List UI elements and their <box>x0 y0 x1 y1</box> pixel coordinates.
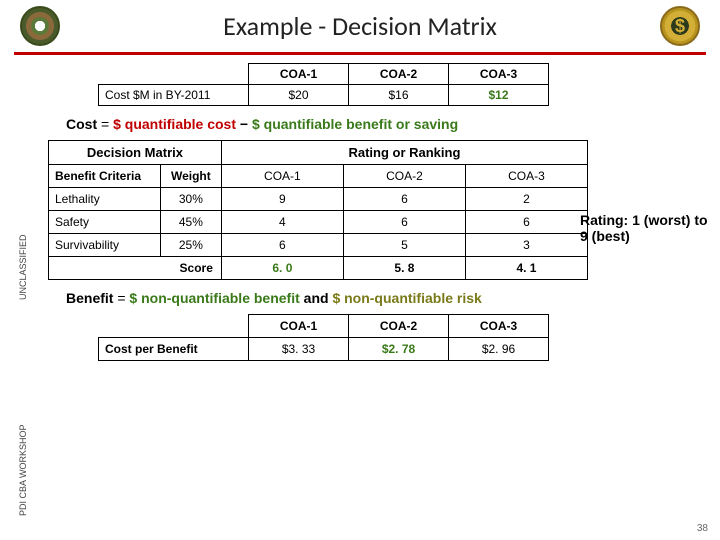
cpb-cell: $3. 33 <box>249 338 349 361</box>
coa-header: COA-3 <box>449 315 549 338</box>
left-rail: UNCLASSIFIED PDI CBA WORKSHOP <box>4 60 24 520</box>
matrix-title-right: Rating or Ranking <box>221 141 587 165</box>
score-row: Score 6. 0 5. 8 4. 1 <box>49 257 588 280</box>
cpb-cell: $2. 96 <box>449 338 549 361</box>
cost-seal-icon: $ <box>660 6 700 46</box>
coa-header: COA-3 <box>449 64 549 85</box>
workshop-label: PDI CBA WORKSHOP <box>18 424 28 516</box>
score-best: 6. 0 <box>221 257 343 280</box>
army-seal-icon <box>20 6 60 46</box>
page-title: Example - Decision Matrix <box>60 10 660 42</box>
coa-header: COA-2 <box>349 315 449 338</box>
coa-header: COA-3 <box>465 165 587 188</box>
page-number: 38 <box>697 523 708 534</box>
coa-header: COA-1 <box>249 315 349 338</box>
matrix-title-left: Decision Matrix <box>49 141 222 165</box>
cost-table: COA-1 COA-2 COA-3 Cost $M in BY-2011 $20… <box>98 63 549 106</box>
coa-header: COA-2 <box>343 165 465 188</box>
coa-header: COA-1 <box>221 165 343 188</box>
cost-cell-best: $12 <box>449 85 549 106</box>
benefit-criteria-header: Benefit Criteria <box>49 165 161 188</box>
cost-per-benefit-table: COA-1 COA-2 COA-3 Cost per Benefit $3. 3… <box>98 314 549 361</box>
cost-row-label: Cost $M in BY-2011 <box>99 85 249 106</box>
decision-matrix-table: Decision Matrix Rating or Ranking Benefi… <box>48 140 588 280</box>
cost-formula: Cost = $ quantifiable cost − $ quantifia… <box>66 116 706 132</box>
table-row: Survivability 25% 6 5 3 <box>49 234 588 257</box>
classification-label: UNCLASSIFIED <box>18 234 28 300</box>
weight-header: Weight <box>160 165 221 188</box>
table-row: Lethality 30% 9 6 2 <box>49 188 588 211</box>
coa-header: COA-2 <box>349 64 449 85</box>
table-row: Safety 45% 4 6 6 <box>49 211 588 234</box>
cost-cell: $20 <box>249 85 349 106</box>
benefit-formula: Benefit = $ non-quantifiable benefit and… <box>66 290 706 306</box>
cpb-cell-best: $2. 78 <box>349 338 449 361</box>
rating-scale-note: Rating: 1 (worst) to 9 (best) <box>580 212 710 244</box>
cpb-row-label: Cost per Benefit <box>99 338 249 361</box>
title-underline <box>14 52 706 55</box>
coa-header: COA-1 <box>249 64 349 85</box>
cost-cell: $16 <box>349 85 449 106</box>
